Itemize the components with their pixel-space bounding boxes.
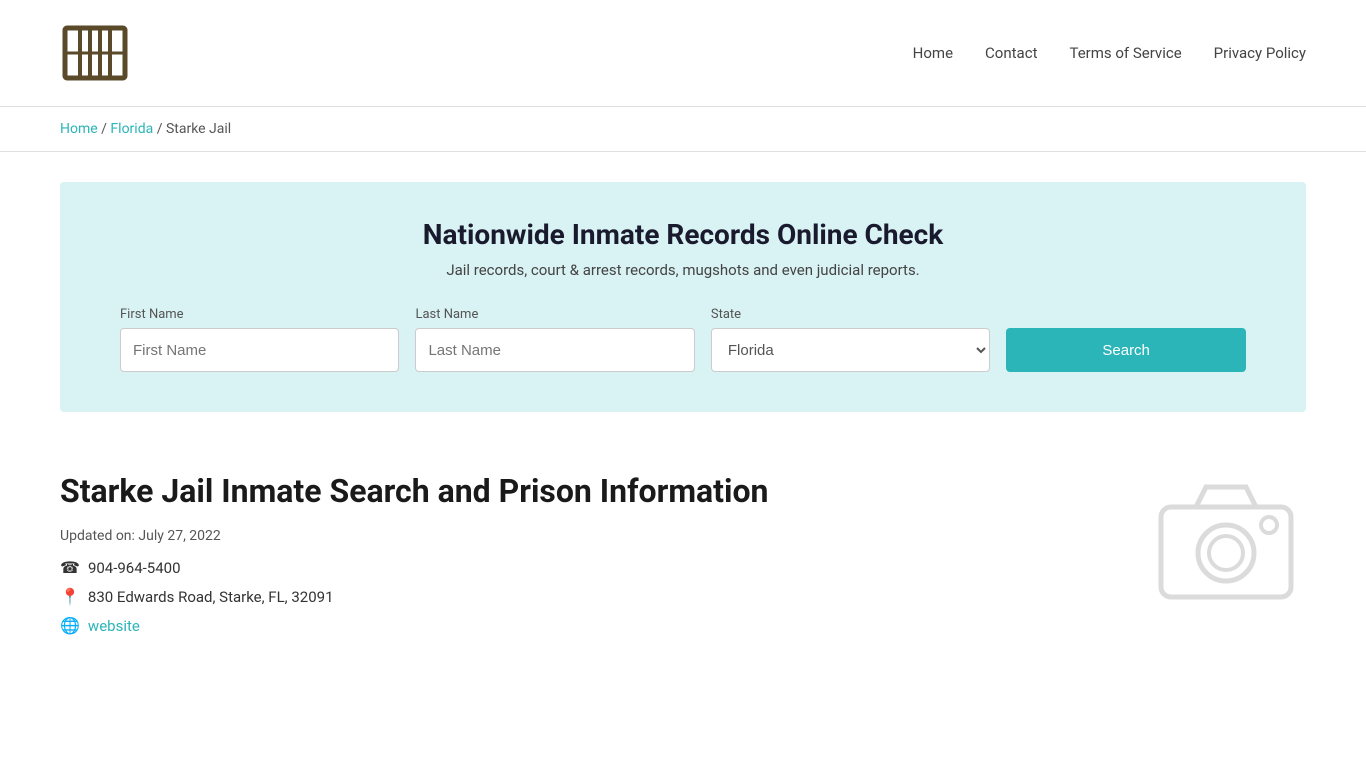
page-title: Starke Jail Inmate Search and Prison Inf… xyxy=(60,472,1106,510)
first-name-label: First Name xyxy=(120,307,399,322)
globe-icon: 🌐 xyxy=(60,616,80,635)
state-group: State Florida Alabama Alaska Arizona Cal… xyxy=(711,307,990,372)
last-name-label: Last Name xyxy=(415,307,694,322)
banner-title: Nationwide Inmate Records Online Check xyxy=(120,218,1246,251)
website-link[interactable]: website xyxy=(88,617,140,635)
main-nav: Home Contact Terms of Service Privacy Po… xyxy=(913,44,1306,62)
address-text: 830 Edwards Road, Starke, FL, 32091 xyxy=(88,588,334,606)
updated-on: Updated on: July 27, 2022 xyxy=(60,528,1106,544)
breadcrumb-state[interactable]: Florida xyxy=(110,121,153,137)
search-button[interactable]: Search xyxy=(1006,328,1246,372)
website-row: 🌐 website xyxy=(60,616,1106,635)
nav-tos[interactable]: Terms of Service xyxy=(1069,44,1181,62)
breadcrumb: Home / Florida / Starke Jail xyxy=(0,107,1366,152)
first-name-input[interactable] xyxy=(120,328,399,372)
last-name-group: Last Name xyxy=(415,307,694,372)
state-label: State xyxy=(711,307,990,322)
image-placeholder xyxy=(1146,472,1306,612)
text-section: Starke Jail Inmate Search and Prison Inf… xyxy=(60,472,1106,645)
last-name-input[interactable] xyxy=(415,328,694,372)
phone-icon: ☎ xyxy=(60,558,80,577)
camera-icon xyxy=(1151,477,1301,607)
content-area: Starke Jail Inmate Search and Prison Inf… xyxy=(60,472,1306,645)
logo xyxy=(60,18,130,88)
first-name-group: First Name xyxy=(120,307,399,372)
search-form: First Name Last Name State Florida Alaba… xyxy=(120,307,1246,372)
nav-contact[interactable]: Contact xyxy=(985,44,1037,62)
location-icon: 📍 xyxy=(60,587,80,606)
nav-home[interactable]: Home xyxy=(913,44,953,62)
nav-privacy[interactable]: Privacy Policy xyxy=(1214,44,1306,62)
jail-logo-icon xyxy=(60,18,130,88)
phone-number: 904-964-5400 xyxy=(88,559,181,577)
main-content: Starke Jail Inmate Search and Prison Inf… xyxy=(0,442,1366,675)
breadcrumb-current: Starke Jail xyxy=(166,121,231,137)
search-banner: Nationwide Inmate Records Online Check J… xyxy=(60,182,1306,412)
phone-row: ☎ 904-964-5400 xyxy=(60,558,1106,577)
banner-subtitle: Jail records, court & arrest records, mu… xyxy=(120,261,1246,279)
breadcrumb-home[interactable]: Home xyxy=(60,121,98,137)
site-header: Home Contact Terms of Service Privacy Po… xyxy=(0,0,1366,107)
breadcrumb-sep2: / xyxy=(157,121,166,137)
state-select[interactable]: Florida Alabama Alaska Arizona Californi… xyxy=(711,328,990,372)
address-row: 📍 830 Edwards Road, Starke, FL, 32091 xyxy=(60,587,1106,606)
